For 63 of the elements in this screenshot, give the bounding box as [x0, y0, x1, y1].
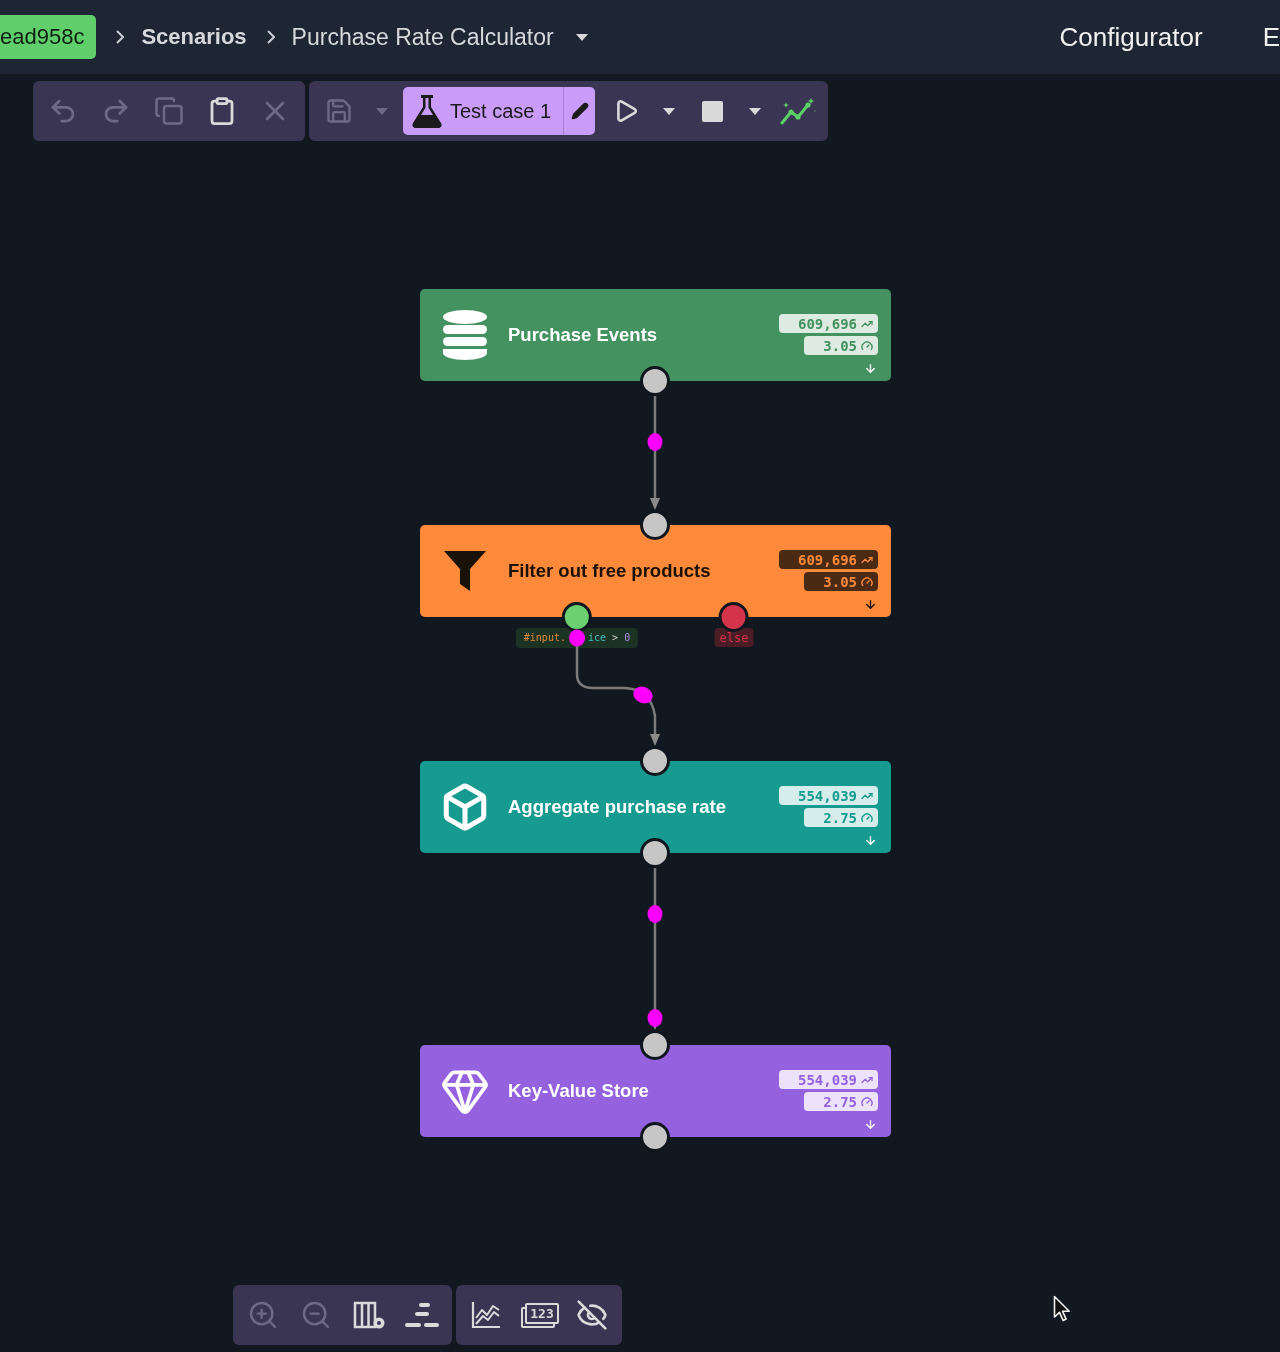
eye-off-icon: [576, 1299, 608, 1331]
align-bars-icon: [404, 1301, 440, 1329]
line-chart-icon: [471, 1301, 501, 1329]
connection-port[interactable]: [640, 1030, 670, 1060]
connection-port[interactable]: [640, 510, 670, 540]
rate-badge: 3.05: [804, 572, 878, 591]
gauge-icon: [861, 1095, 873, 1108]
caret-icon: [663, 107, 676, 115]
node-card[interactable]: Purchase Events 609,696 3.05: [420, 289, 891, 381]
arrow-down-icon[interactable]: [864, 598, 877, 611]
caret-icon: [749, 107, 762, 115]
rate-badge: 2.75: [804, 808, 878, 827]
node-title: Purchase Events: [508, 324, 659, 346]
edge-handle[interactable]: [569, 629, 585, 647]
record-count-badge: 609,696: [779, 314, 878, 333]
breadcrumb-link[interactable]: Purchase Rate Calculator: [291, 23, 554, 51]
database-icon: [443, 310, 487, 360]
arrow-down-icon[interactable]: [864, 834, 877, 847]
commit-badge[interactable]: ead958c: [0, 15, 97, 59]
node-title: Aggregate purchase rate: [508, 796, 727, 818]
node-card[interactable]: Key-Value Store 554,039 2.75: [420, 1045, 891, 1137]
edge-handle[interactable]: [647, 1009, 663, 1027]
gauge-icon: [861, 575, 873, 588]
breadcrumb-link[interactable]: Scenarios: [141, 24, 247, 50]
edge-handle[interactable]: [633, 686, 653, 704]
else-label: else: [714, 628, 754, 647]
caret-icon: [575, 33, 588, 41]
chevron-right-icon: [116, 30, 125, 44]
funnel-icon: [444, 551, 486, 591]
zoom-out-icon: [300, 1299, 332, 1331]
arrow-down-icon[interactable]: [864, 1118, 877, 1131]
nav-link[interactable]: Configurator: [1059, 21, 1203, 53]
test-case-button[interactable]: Test case 1: [403, 87, 564, 135]
connection-port[interactable]: [640, 366, 670, 396]
columns-icon: [353, 1301, 385, 1329]
gauge-icon: [861, 811, 873, 824]
zoom-in-icon: [247, 1299, 279, 1331]
gauge-icon: [861, 339, 873, 352]
chevron-right-icon: [266, 30, 275, 44]
edge-handle[interactable]: [647, 433, 663, 451]
node-card[interactable]: Filter out free products 609,696 3.05: [420, 525, 891, 617]
node-title: Key-Value Store: [508, 1080, 650, 1102]
counts-button[interactable]: 123: [515, 1292, 563, 1338]
connection-port[interactable]: [640, 838, 670, 868]
save-icon: [325, 97, 353, 125]
condition-label: #input. ice > 0: [515, 628, 639, 648]
node-title: Filter out free products: [508, 560, 712, 582]
connection-port[interactable]: [640, 1122, 670, 1152]
copy-icon: [154, 96, 184, 126]
record-count-badge: 554,039: [779, 1070, 878, 1089]
pencil-icon: [570, 102, 589, 120]
record-count-badge: 609,696: [779, 550, 878, 569]
arrow-down-icon[interactable]: [864, 362, 877, 375]
stop-icon: [701, 100, 723, 122]
rate-badge: 3.05: [804, 336, 878, 355]
edge-handle[interactable]: [647, 905, 663, 923]
connection-port[interactable]: [640, 746, 670, 776]
caret-icon: [376, 107, 388, 115]
flask-icon: [411, 94, 443, 128]
mouse-pointer-icon: [1053, 1295, 1071, 1322]
rate-badge: 2.75: [804, 1092, 878, 1111]
nav-link[interactable]: E: [1262, 21, 1280, 53]
record-count-badge: 554,039: [779, 786, 878, 805]
